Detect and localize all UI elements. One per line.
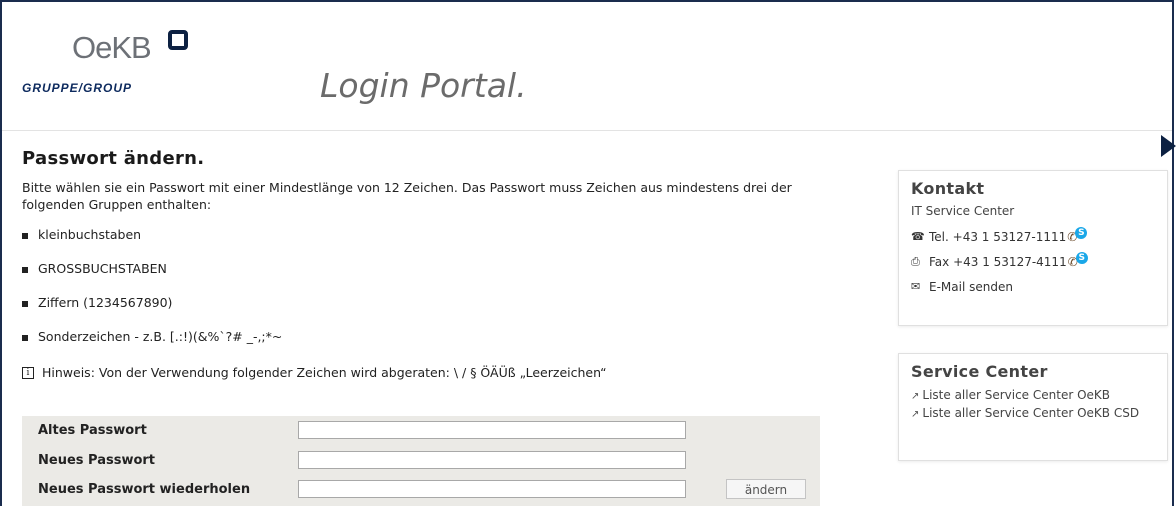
password-rules-list: kleinbuchstaben GROSSBUCHSTABEN Ziffern …: [22, 227, 882, 363]
external-link-icon: ↗: [911, 409, 920, 420]
repeat-password-input[interactable]: [298, 480, 686, 498]
page-title: Passwort ändern.: [22, 148, 205, 169]
service-center-link-oekb[interactable]: ↗ Liste aller Service Center OeKB: [911, 387, 1155, 405]
logo-wordmark: OeKB: [72, 30, 152, 65]
contact-email[interactable]: ✉ E-Mail senden: [911, 274, 1155, 299]
email-link[interactable]: E-Mail senden: [929, 280, 1013, 294]
old-password-label: Altes Passwort: [38, 422, 147, 438]
rule-text: GROSSBUCHSTABEN: [38, 261, 167, 276]
repeat-password-label: Neues Passwort wiederholen: [38, 481, 251, 497]
oekb-logo[interactable]: OeKB GRUPPE/GROUP: [22, 30, 188, 100]
bullet-icon: [22, 335, 28, 341]
phone-icon: ☎: [911, 230, 925, 243]
rule-text: kleinbuchstaben: [38, 227, 142, 242]
contact-fax[interactable]: ⎙ Fax +43 1 53127-4111 ✆ S: [911, 249, 1155, 274]
service-center-title: Service Center: [911, 362, 1048, 381]
list-item: Ziffern (1234567890): [22, 295, 882, 329]
bullet-icon: [22, 267, 28, 273]
skype-icon[interactable]: S: [1075, 251, 1088, 264]
contact-title: Kontakt: [911, 179, 985, 198]
rule-text: Sonderzeichen - z.B. [.:!)(&%`?# _-,;*~: [38, 329, 283, 344]
skype-icon[interactable]: S: [1075, 226, 1088, 239]
list-item: Sonderzeichen - z.B. [.:!)(&%`?# _-,;*~: [22, 329, 882, 363]
logo-group-label: GRUPPE/GROUP: [22, 81, 133, 95]
new-password-input[interactable]: [298, 451, 686, 469]
fax-icon: ⎙: [911, 254, 920, 268]
new-password-label: Neues Passwort: [38, 452, 156, 468]
main-content: Passwort ändern. Bitte wählen sie ein Pa…: [22, 148, 882, 506]
external-link-icon: ↗: [911, 391, 920, 402]
old-password-input[interactable]: [298, 421, 686, 439]
info-icon: i: [22, 366, 34, 379]
link-text: Liste aller Service Center OeKB: [922, 388, 1111, 402]
logo-square-icon: [168, 30, 188, 50]
tel-text: Tel. +43 1 53127-1111: [929, 229, 1067, 244]
hint-note: i Hinweis: Von der Verwendung folgender …: [22, 365, 882, 380]
bullet-icon: [22, 233, 28, 239]
header: OeKB GRUPPE/GROUP Login Portal.: [2, 2, 1172, 131]
change-password-button[interactable]: ändern: [726, 479, 806, 499]
contact-tel[interactable]: ☎ Tel. +43 1 53127-1111 ✆ S: [911, 224, 1155, 249]
list-item: GROSSBUCHSTABEN: [22, 261, 882, 295]
rule-text: Ziffern (1234567890): [38, 295, 173, 310]
contact-panel: Kontakt IT Service Center ☎ Tel. +43 1 5…: [898, 170, 1168, 326]
contact-subtitle: IT Service Center: [911, 204, 1015, 218]
fax-text: Fax +43 1 53127-4111: [929, 254, 1067, 269]
bullet-icon: [22, 301, 28, 307]
password-form: Altes Passwort Neues Passwort Neues Pass…: [22, 416, 820, 506]
service-center-panel: Service Center ↗ Liste aller Service Cent…: [898, 353, 1168, 461]
mail-icon: ✉: [911, 280, 921, 293]
portal-title: Login Portal.: [320, 66, 527, 105]
link-text: Liste aller Service Center OeKB CSD: [922, 406, 1140, 420]
service-center-link-oekb-csd[interactable]: ↗ Liste aller Service Center OeKB CSD: [911, 405, 1155, 423]
list-item: kleinbuchstaben: [22, 227, 882, 261]
password-intro: Bitte wählen sie ein Passwort mit einer …: [22, 180, 792, 212]
hint-text: Hinweis: Von der Verwendung folgender Ze…: [42, 365, 607, 380]
corner-triangle-icon: [1161, 135, 1176, 157]
